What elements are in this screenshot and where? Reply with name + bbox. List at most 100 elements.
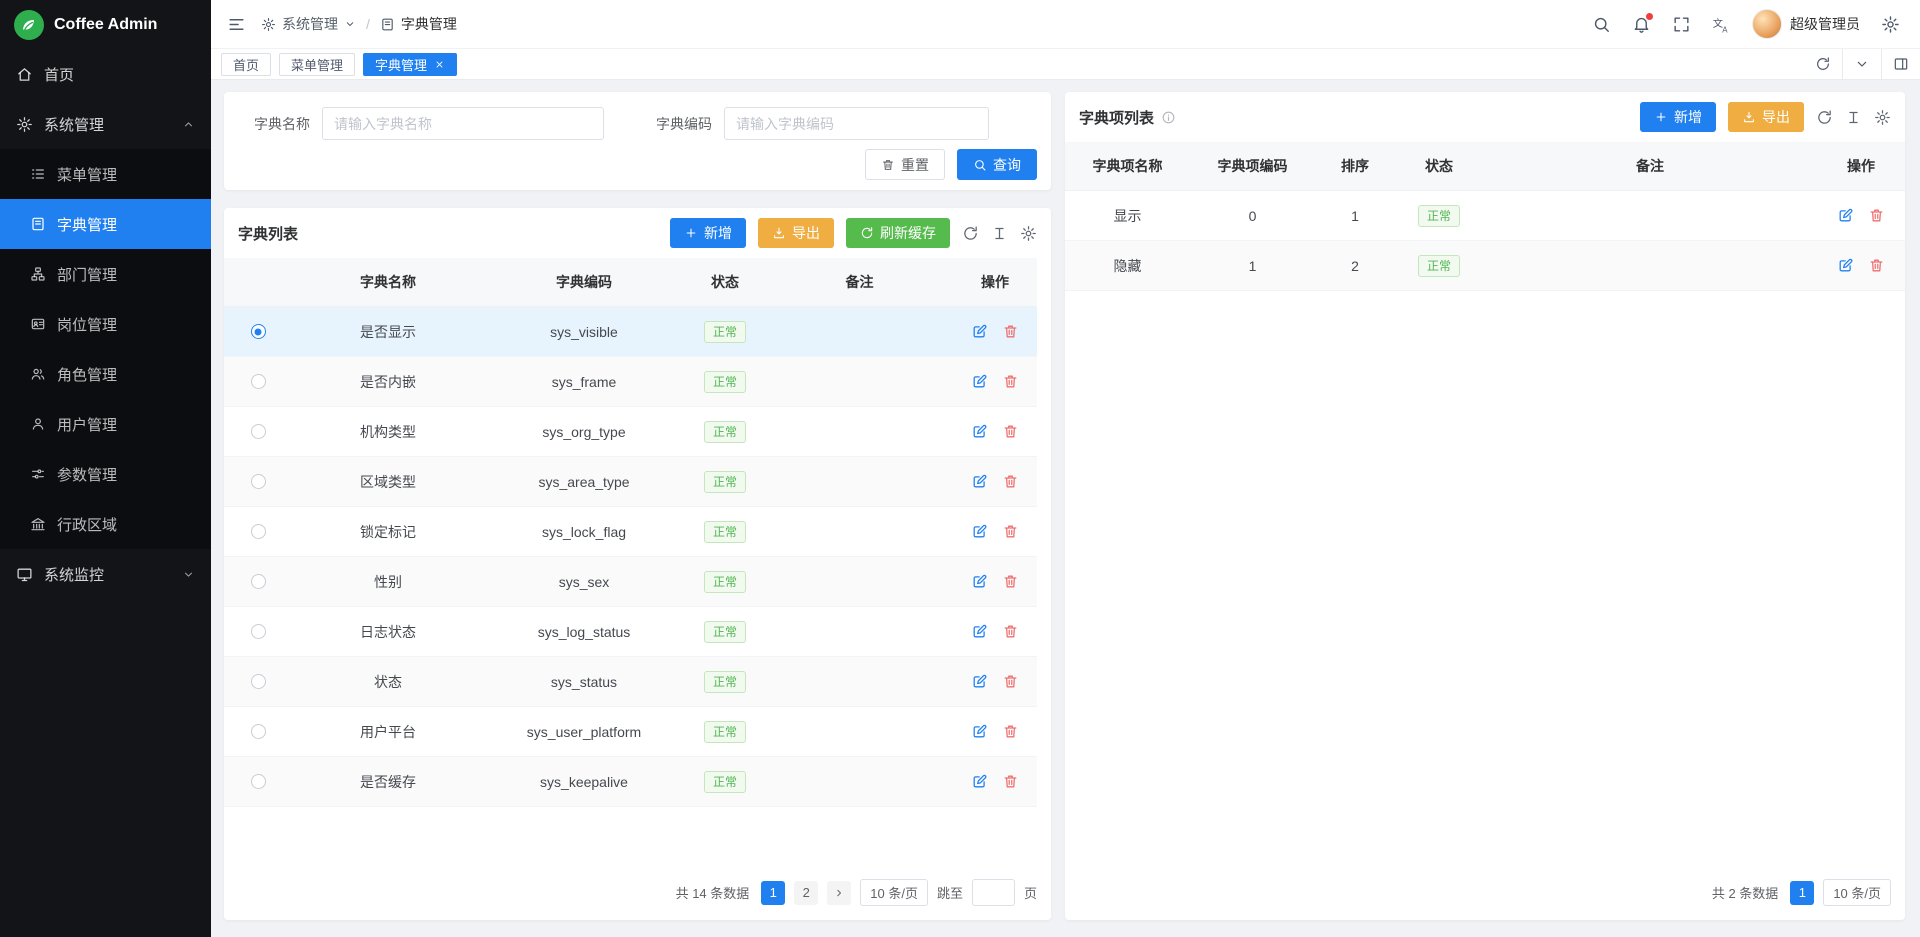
dict-row[interactable]: 区域类型sys_area_type正常 [224,457,1037,507]
sidebar-item-dict-management[interactable]: 字典管理 [0,199,211,249]
refresh-cache-button[interactable]: 刷新缓存 [846,218,950,248]
layout-toggle-button[interactable] [1881,49,1920,79]
delete-icon[interactable] [1002,473,1019,490]
dict-row[interactable]: 用户平台sys_user_platform正常 [224,707,1037,757]
row-radio[interactable] [251,724,266,739]
sidebar-item-system-management[interactable]: 系统管理 [0,99,211,149]
column-settings-icon[interactable] [1874,109,1891,126]
translate-icon[interactable]: 文A [1712,15,1731,34]
delete-icon[interactable] [1002,323,1019,340]
edit-icon[interactable] [1837,257,1854,274]
avatar[interactable] [1752,9,1782,39]
refresh-table-icon[interactable] [1816,109,1833,126]
dict-item-row[interactable]: 显示01正常 [1065,191,1905,241]
dict-row[interactable]: 是否显示sys_visible正常 [224,307,1037,357]
dict-row[interactable]: 性别sys_sex正常 [224,557,1037,607]
edit-icon[interactable] [971,623,988,640]
row-radio[interactable] [251,574,266,589]
bell-icon[interactable] [1632,15,1651,34]
sidebar-item-home[interactable]: 首页 [0,49,211,99]
column-settings-icon[interactable] [1020,225,1037,242]
sidebar-item-admin-region[interactable]: 行政区域 [0,499,211,549]
refresh-page-button[interactable] [1803,49,1842,79]
dict-row[interactable]: 状态sys_status正常 [224,657,1037,707]
row-radio[interactable] [251,524,266,539]
tab-home[interactable]: 首页 [221,53,271,76]
delete-icon[interactable] [1002,423,1019,440]
add-dict-button[interactable]: 新增 [670,218,746,248]
page-size-select[interactable]: 10 条/页 [1823,879,1891,906]
sidebar-item-dept-management[interactable]: 部门管理 [0,249,211,299]
tab-menu-management[interactable]: 菜单管理 [279,53,355,76]
tab-options-button[interactable] [1842,49,1881,79]
row-radio[interactable] [251,474,266,489]
row-radio[interactable] [251,324,266,339]
page-size-select[interactable]: 10 条/页 [860,879,928,906]
dict-status-cell: 正常 [684,507,766,556]
breadcrumb-system[interactable]: 系统管理 [282,14,338,34]
edit-icon[interactable] [971,373,988,390]
user-menu[interactable]: 超级管理员 [1752,9,1860,39]
dict-row[interactable]: 是否缓存sys_keepalive正常 [224,757,1037,807]
edit-icon[interactable] [1837,207,1854,224]
add-dict-item-button[interactable]: 新增 [1640,102,1716,132]
dict-row[interactable]: 是否内嵌sys_frame正常 [224,357,1037,407]
dict-item-row[interactable]: 隐藏12正常 [1065,241,1905,291]
edit-icon[interactable] [971,573,988,590]
export-dict-button[interactable]: 导出 [758,218,834,248]
next-page-button[interactable] [827,881,851,905]
sidebar-item-system-monitor[interactable]: 系统监控 [0,549,211,599]
app-logo[interactable]: Coffee Admin [0,0,211,49]
search-icon[interactable] [1592,15,1611,34]
settings-gear-icon[interactable] [1881,15,1900,34]
edit-icon[interactable] [971,423,988,440]
refresh-table-icon[interactable] [962,225,979,242]
sidebar-item-user-management[interactable]: 用户管理 [0,399,211,449]
page-1-button[interactable]: 1 [1790,881,1814,905]
reset-button[interactable]: 重置 [865,149,945,180]
row-radio[interactable] [251,424,266,439]
jump-page-input[interactable] [972,879,1015,906]
page-1-button[interactable]: 1 [761,881,785,905]
tab-dict-management[interactable]: 字典管理 [363,53,457,76]
dict-code-input[interactable] [724,107,989,140]
row-radio[interactable] [251,374,266,389]
delete-icon[interactable] [1868,257,1885,274]
page-2-button[interactable]: 2 [794,881,818,905]
row-radio[interactable] [251,674,266,689]
row-radio[interactable] [251,624,266,639]
delete-icon[interactable] [1002,773,1019,790]
delete-icon[interactable] [1002,523,1019,540]
sidebar-item-post-management[interactable]: 岗位管理 [0,299,211,349]
delete-icon[interactable] [1002,673,1019,690]
row-radio[interactable] [251,774,266,789]
dict-row[interactable]: 锁定标记sys_lock_flag正常 [224,507,1037,557]
sidebar-item-role-management[interactable]: 角色管理 [0,349,211,399]
sidebar-item-menu-management[interactable]: 菜单管理 [0,149,211,199]
leaf-logo-icon [14,10,44,40]
delete-icon[interactable] [1002,623,1019,640]
collapse-sidebar-icon[interactable] [227,15,246,34]
fullscreen-icon[interactable] [1672,15,1691,34]
delete-icon[interactable] [1002,373,1019,390]
sidebar-item-param-management[interactable]: 参数管理 [0,449,211,499]
delete-icon[interactable] [1002,573,1019,590]
edit-icon[interactable] [971,323,988,340]
edit-icon[interactable] [971,723,988,740]
dict-row[interactable]: 日志状态sys_log_status正常 [224,607,1037,657]
edit-icon[interactable] [971,773,988,790]
delete-icon[interactable] [1002,723,1019,740]
dict-row[interactable]: 机构类型sys_org_type正常 [224,407,1037,457]
text-size-icon[interactable] [991,225,1008,242]
edit-icon[interactable] [971,523,988,540]
text-size-icon[interactable] [1845,109,1862,126]
edit-icon[interactable] [971,673,988,690]
export-dict-item-button[interactable]: 导出 [1728,102,1804,132]
dict-name-input[interactable] [322,107,604,140]
query-button[interactable]: 查询 [957,149,1037,180]
dict-remark [766,357,953,406]
delete-icon[interactable] [1868,207,1885,224]
close-icon[interactable] [434,59,445,70]
dict-name: 是否内嵌 [292,357,484,406]
edit-icon[interactable] [971,473,988,490]
